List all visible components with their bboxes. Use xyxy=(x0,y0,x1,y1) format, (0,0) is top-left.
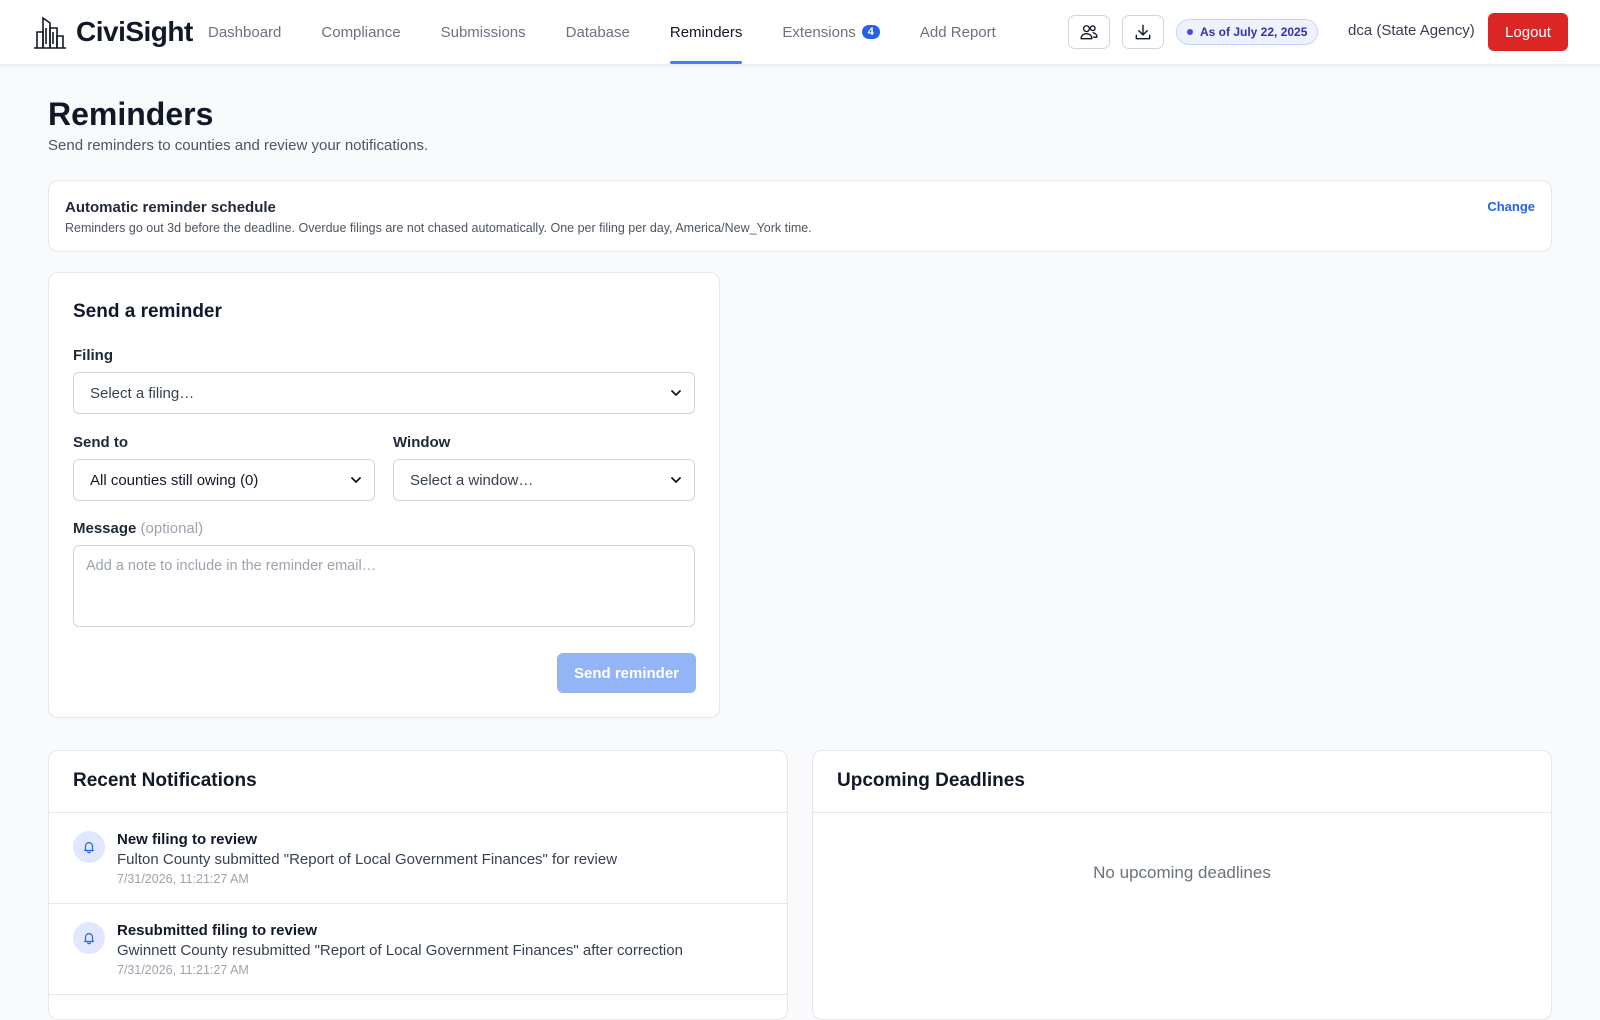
page-subtitle: Send reminders to counties and review yo… xyxy=(48,137,429,154)
nav-extensions[interactable]: Extensions 4 xyxy=(762,0,900,64)
schedule-title: Automatic reminder schedule xyxy=(65,199,276,216)
deadlines-empty-state: No upcoming deadlines xyxy=(1093,863,1271,882)
send-to-select-value: All counties still owing (0) xyxy=(90,471,259,489)
send-reminder-card: Send a reminder Filing Select a filing… … xyxy=(48,272,720,718)
nav-submissions[interactable]: Submissions xyxy=(421,0,546,64)
notifications-title: Recent Notifications xyxy=(73,770,257,791)
notification-timestamp: 7/31/2026, 11:21:27 AM xyxy=(117,872,249,886)
send-to-select[interactable]: All counties still owing (0) xyxy=(73,459,375,501)
app-logo[interactable]: CiviSight xyxy=(32,14,193,50)
deadlines-title: Upcoming Deadlines xyxy=(837,770,1025,791)
chevron-down-icon xyxy=(351,477,361,483)
window-label: Window xyxy=(393,434,451,451)
message-placeholder: Add a note to include in the reminder em… xyxy=(86,558,377,574)
message-optional-hint: (optional) xyxy=(140,520,204,537)
message-textarea[interactable]: Add a note to include in the reminder em… xyxy=(73,545,695,627)
notification-title: New filing to review xyxy=(117,831,258,848)
chevron-down-icon xyxy=(671,477,681,483)
schedule-description: Reminders go out 3d before the deadline.… xyxy=(65,221,812,235)
logout-button[interactable]: Logout xyxy=(1488,13,1568,51)
notification-item[interactable]: New filing to review Fulton County submi… xyxy=(49,813,787,904)
city-buildings-icon xyxy=(34,16,66,49)
change-schedule-link[interactable]: Change xyxy=(1487,199,1535,214)
automatic-schedule-panel: Automatic reminder schedule Reminders go… xyxy=(48,180,1552,252)
message-label-text: Message xyxy=(73,520,137,537)
nav-label: Dashboard xyxy=(208,23,282,41)
download-icon xyxy=(1135,24,1151,40)
send-reminder-title: Send a reminder xyxy=(73,301,222,322)
nav-label: Reminders xyxy=(669,23,743,41)
nav-reminders[interactable]: Reminders xyxy=(650,0,763,64)
as-of-date-text: As of July 22, 2025 xyxy=(1200,25,1308,39)
bell-icon xyxy=(73,831,105,863)
notification-message: Gwinnett County resubmitted "Report of L… xyxy=(117,942,683,959)
chevron-down-icon xyxy=(671,390,681,396)
bell-icon xyxy=(73,922,105,954)
current-user: dca (State Agency) xyxy=(1348,22,1475,39)
status-dot-icon xyxy=(1187,29,1193,35)
nav-label: Submissions xyxy=(440,23,526,41)
notification-message: Fulton County submitted "Report of Local… xyxy=(117,851,618,868)
nav-label: Database xyxy=(565,23,630,41)
nav-dashboard[interactable]: Dashboard xyxy=(188,0,301,64)
page-title: Reminders xyxy=(48,96,214,132)
extensions-count-badge: 4 xyxy=(861,25,880,39)
notification-title: Resubmitted filing to review xyxy=(117,922,318,939)
users-icon xyxy=(1080,25,1098,40)
nav-label: Add Report xyxy=(919,23,996,41)
filing-label: Filing xyxy=(73,347,113,364)
nav-database[interactable]: Database xyxy=(546,0,650,64)
send-to-label: Send to xyxy=(73,434,128,451)
upcoming-deadlines-card: Upcoming Deadlines No upcoming deadlines xyxy=(812,750,1552,1020)
send-reminder-button[interactable]: Send reminder xyxy=(557,653,696,693)
recent-notifications-card: Recent Notifications New filing to revie… xyxy=(48,750,788,1020)
deadlines-header: Upcoming Deadlines xyxy=(813,751,1551,813)
nav-label: Compliance xyxy=(321,23,401,41)
nav-add-report[interactable]: Add Report xyxy=(900,0,1016,64)
window-select[interactable]: Select a window… xyxy=(393,459,695,501)
download-button[interactable] xyxy=(1122,15,1164,49)
window-select-value: Select a window… xyxy=(410,471,534,489)
app-name: CiviSight xyxy=(76,16,193,47)
notification-item[interactable]: Resubmitted filing to review Gwinnett Co… xyxy=(49,904,787,995)
main-nav: Dashboard Compliance Submissions Databas… xyxy=(188,0,1016,64)
nav-compliance[interactable]: Compliance xyxy=(301,0,420,64)
filing-select-value: Select a filing… xyxy=(90,384,195,402)
notification-timestamp: 7/31/2026, 11:21:27 AM xyxy=(117,963,249,977)
filing-select[interactable]: Select a filing… xyxy=(73,372,695,414)
as-of-date-badge: As of July 22, 2025 xyxy=(1176,19,1319,45)
notifications-header: Recent Notifications xyxy=(49,751,787,813)
message-label: Message (optional) xyxy=(73,520,203,537)
users-button[interactable] xyxy=(1068,15,1110,49)
top-navigation-bar: CiviSight Dashboard Compliance Submissio… xyxy=(0,0,1600,64)
nav-label: Extensions xyxy=(782,23,856,41)
